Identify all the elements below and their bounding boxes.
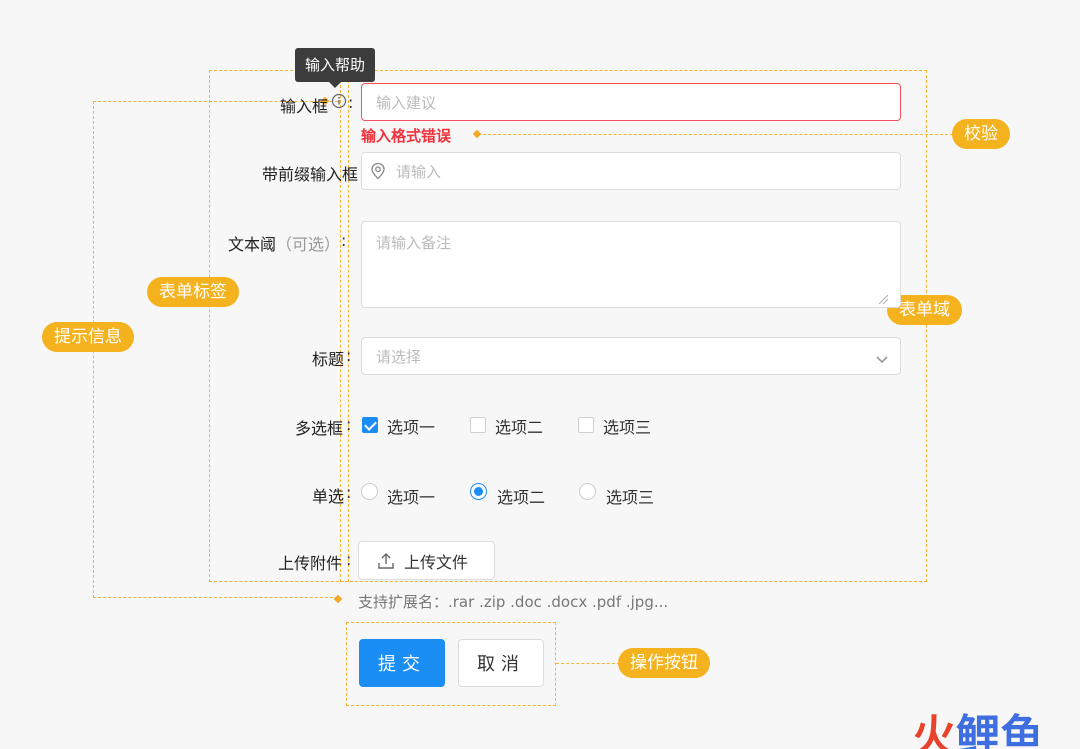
info-circle-icon[interactable] bbox=[331, 93, 347, 109]
input-label-text: 输入框 bbox=[279, 97, 328, 116]
upload-label-text: 上传附件 bbox=[277, 554, 342, 573]
cancel-button[interactable]: 取消 bbox=[458, 639, 544, 687]
checkbox-option-2-label: 选项二 bbox=[495, 418, 544, 437]
checkbox-option-1-label: 选项一 bbox=[387, 418, 436, 437]
watermark-part-2: 鲤鱼 bbox=[956, 711, 1044, 749]
textarea-label: 文本阈（可选） bbox=[228, 231, 340, 255]
input-field-label: 输入框 bbox=[280, 93, 328, 117]
label-colon: : bbox=[346, 415, 352, 434]
textarea-placeholder: 请输入备注 bbox=[376, 234, 452, 252]
watermark-part-1: 火 bbox=[912, 711, 956, 749]
validation-error-message: 输入格式错误 bbox=[361, 127, 452, 145]
prefix-input-label: 带前缀输入框 bbox=[262, 161, 358, 185]
checkbox-option-2[interactable] bbox=[470, 417, 486, 433]
upload-file-button[interactable]: 上传文件 bbox=[358, 541, 495, 580]
actions-guide-line bbox=[556, 663, 620, 664]
title-select[interactable]: 请选择 bbox=[361, 337, 901, 375]
checkbox-label: 多选框 bbox=[295, 415, 343, 439]
watermark-logo: 火鲤鱼 bbox=[912, 700, 1044, 749]
help-tooltip: 输入帮助 bbox=[295, 48, 376, 88]
label-colon: : bbox=[346, 550, 352, 569]
hint-guide-dot bbox=[333, 594, 343, 604]
label-colon: : bbox=[346, 483, 352, 502]
checkbox-option-3-label: 选项三 bbox=[603, 418, 652, 437]
textarea-label-optional: （可选） bbox=[275, 235, 340, 254]
select-label-text: 标题 bbox=[311, 350, 344, 369]
prefix-input[interactable]: 请输入 bbox=[361, 152, 901, 190]
radio-label-text: 单选 bbox=[311, 487, 344, 506]
upload-button-label: 上传文件 bbox=[404, 552, 469, 572]
hint-info-callout: 提示信息 bbox=[42, 322, 134, 352]
radio-option-2[interactable] bbox=[470, 483, 487, 500]
select-label: 标题 bbox=[312, 346, 344, 370]
label-colon: : bbox=[348, 93, 354, 112]
upload-hint: 支持扩展名：.rar .zip .doc .docx .pdf .jpg... bbox=[358, 593, 669, 611]
radio-option-1-label: 选项一 bbox=[387, 488, 436, 507]
form-label-callout: 表单标签 bbox=[147, 277, 239, 307]
radio-option-2-label: 选项二 bbox=[497, 488, 546, 507]
notes-textarea[interactable]: 请输入备注 bbox=[361, 221, 901, 308]
radio-option-3-label: 选项三 bbox=[606, 488, 655, 507]
validation-callout: 校验 bbox=[952, 119, 1010, 149]
label-colon: : bbox=[346, 161, 352, 180]
select-placeholder: 请选择 bbox=[376, 347, 422, 366]
text-input[interactable]: 输入建议 bbox=[361, 83, 901, 121]
checkbox-label-text: 多选框 bbox=[294, 419, 343, 438]
prefix-input-label-text: 带前缀输入框 bbox=[261, 165, 358, 184]
location-pin-icon bbox=[370, 162, 386, 180]
chevron-down-icon bbox=[876, 351, 888, 364]
checkbox-option-1[interactable] bbox=[362, 417, 378, 433]
prefix-input-placeholder: 请输入 bbox=[396, 162, 442, 181]
upload-icon bbox=[377, 552, 395, 570]
submit-button[interactable]: 提交 bbox=[359, 639, 445, 687]
textarea-label-text: 文本阈 bbox=[227, 235, 276, 254]
resize-handle-icon[interactable] bbox=[877, 290, 889, 305]
action-buttons-callout: 操作按钮 bbox=[618, 648, 710, 678]
radio-option-1[interactable] bbox=[361, 483, 378, 500]
label-colon: : bbox=[346, 346, 352, 365]
label-colon: : bbox=[341, 231, 347, 250]
text-input-placeholder: 输入建议 bbox=[376, 93, 437, 112]
radio-option-3[interactable] bbox=[579, 483, 596, 500]
checkbox-option-3[interactable] bbox=[578, 417, 594, 433]
upload-label: 上传附件 bbox=[278, 550, 342, 574]
radio-label: 单选 bbox=[312, 483, 344, 507]
validation-guide-line bbox=[478, 134, 953, 135]
